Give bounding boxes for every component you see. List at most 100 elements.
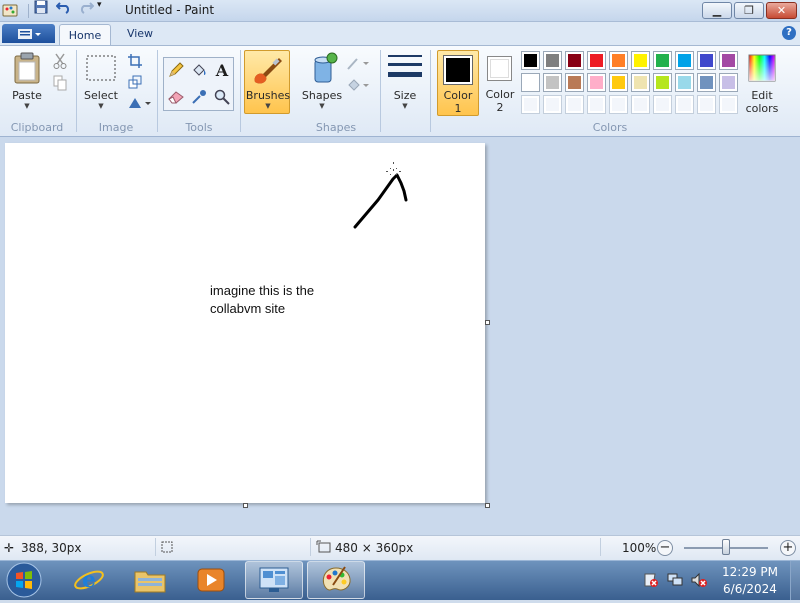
paste-button[interactable]: Paste ▼ [8, 52, 46, 114]
palette-swatch[interactable] [653, 51, 672, 70]
tray-network-icon[interactable] [667, 572, 683, 588]
taskbar-explorer[interactable] [121, 561, 179, 599]
resize-handle-bottom[interactable] [243, 503, 248, 508]
fill-bucket-icon[interactable] [189, 60, 209, 80]
cut-icon[interactable] [51, 52, 69, 70]
palette-custom-slot[interactable] [653, 95, 672, 114]
brushes-button[interactable]: Brushes ▼ [244, 50, 290, 114]
plus-icon: + [782, 540, 794, 555]
edit-colors-label: Edit colors [742, 89, 782, 115]
start-button[interactable] [4, 561, 44, 600]
palette-swatch[interactable] [543, 73, 562, 92]
tab-view[interactable]: View [120, 27, 160, 43]
close-button[interactable]: ✕ [766, 2, 797, 19]
resize-handle-corner[interactable] [485, 503, 490, 508]
color-picker-icon[interactable] [189, 87, 209, 107]
swatch-fill [546, 54, 559, 67]
customize-qat-icon[interactable]: ▾ [97, 0, 102, 10]
palette-swatch[interactable] [521, 51, 540, 70]
color1-swatch [443, 55, 473, 85]
zoom-slider-thumb[interactable] [722, 539, 730, 555]
palette-swatch[interactable] [697, 51, 716, 70]
palette-custom-slot[interactable] [543, 95, 562, 114]
palette-swatch[interactable] [587, 51, 606, 70]
swatch-fill [612, 98, 625, 111]
drawing-canvas[interactable] [5, 143, 485, 503]
resize-handle-right[interactable] [485, 320, 490, 325]
magnifier-icon[interactable] [212, 87, 232, 107]
help-icon[interactable]: ? [782, 26, 796, 40]
palette-custom-slot[interactable] [565, 95, 584, 114]
swatch-fill [700, 76, 713, 89]
swatch-fill [590, 76, 603, 89]
palette-custom-slot[interactable] [587, 95, 606, 114]
undo-icon[interactable] [55, 0, 72, 17]
palette-custom-slot[interactable] [675, 95, 694, 114]
palette-custom-slot[interactable] [609, 95, 628, 114]
brush-cursor [386, 162, 401, 175]
image-group-label: Image [98, 121, 134, 134]
palette-swatch[interactable] [609, 51, 628, 70]
select-button[interactable]: Select ▼ [82, 52, 120, 114]
paint-app-icon[interactable] [2, 2, 20, 19]
palette-swatch[interactable] [697, 73, 716, 92]
status-separator [155, 538, 156, 556]
edit-colors-button[interactable]: Edit colors [742, 52, 782, 116]
select-label: Select [84, 89, 118, 102]
color2-label: Color 2 [482, 88, 518, 114]
media-player-icon [197, 568, 225, 592]
palette-custom-slot[interactable] [521, 95, 540, 114]
tray-volume-muted-icon[interactable] [691, 572, 707, 588]
copy-icon[interactable] [51, 74, 69, 92]
zoom-in-button[interactable]: + [780, 540, 796, 556]
minimize-button[interactable]: ▁ [702, 2, 732, 19]
taskbar-internet-explorer[interactable]: e [60, 561, 118, 599]
save-icon[interactable] [34, 0, 48, 17]
tab-home[interactable]: Home [59, 24, 111, 46]
palette-swatch[interactable] [653, 73, 672, 92]
taskbar-paint[interactable] [307, 561, 365, 599]
palette-swatch[interactable] [675, 51, 694, 70]
palette-swatch[interactable] [565, 73, 584, 92]
color2-button[interactable]: Color 2 [482, 50, 518, 116]
palette-swatch[interactable] [631, 73, 650, 92]
paint-menu-button[interactable] [2, 24, 55, 43]
tools-group-label: Tools [185, 121, 213, 134]
palette-swatch[interactable] [587, 73, 606, 92]
swatch-fill [612, 76, 625, 89]
swatch-fill [722, 76, 735, 89]
palette-swatch[interactable] [719, 51, 738, 70]
taskbar-clock[interactable]: 12:29 PM 6/6/2024 [720, 564, 780, 598]
palette-custom-slot[interactable] [697, 95, 716, 114]
color1-button[interactable]: Color 1 [437, 50, 479, 116]
maximize-button[interactable]: ❐ [734, 2, 764, 19]
palette-custom-slot[interactable] [631, 95, 650, 114]
taskbar-remote-desktop[interactable] [245, 561, 303, 599]
fill-icon[interactable] [346, 76, 370, 94]
pencil-icon[interactable] [166, 60, 186, 80]
color1-fill [446, 58, 470, 82]
show-desktop-button[interactable] [790, 561, 800, 600]
zoom-out-button[interactable]: − [657, 540, 673, 556]
palette-custom-slot[interactable] [719, 95, 738, 114]
eraser-icon[interactable] [166, 87, 186, 107]
taskbar-media-player[interactable] [182, 561, 240, 599]
text-tool-icon[interactable]: A [212, 60, 232, 80]
redo-icon[interactable] [78, 0, 95, 17]
palette-swatch[interactable] [543, 51, 562, 70]
shapes-button[interactable]: Shapes ▼ [300, 52, 344, 114]
palette-swatch[interactable] [565, 51, 584, 70]
tray-action-center-icon[interactable] [643, 572, 659, 588]
group-separator [240, 50, 241, 132]
palette-swatch[interactable] [719, 73, 738, 92]
palette-swatch[interactable] [609, 73, 628, 92]
size-button[interactable]: Size ▼ [385, 52, 425, 114]
palette-swatch[interactable] [521, 73, 540, 92]
palette-swatch[interactable] [675, 73, 694, 92]
crop-icon[interactable] [126, 52, 144, 70]
resize-icon[interactable] [126, 73, 144, 91]
outline-icon[interactable] [346, 54, 370, 72]
rotate-icon[interactable] [126, 94, 152, 112]
palette-swatch[interactable] [631, 51, 650, 70]
swatch-fill [568, 76, 581, 89]
